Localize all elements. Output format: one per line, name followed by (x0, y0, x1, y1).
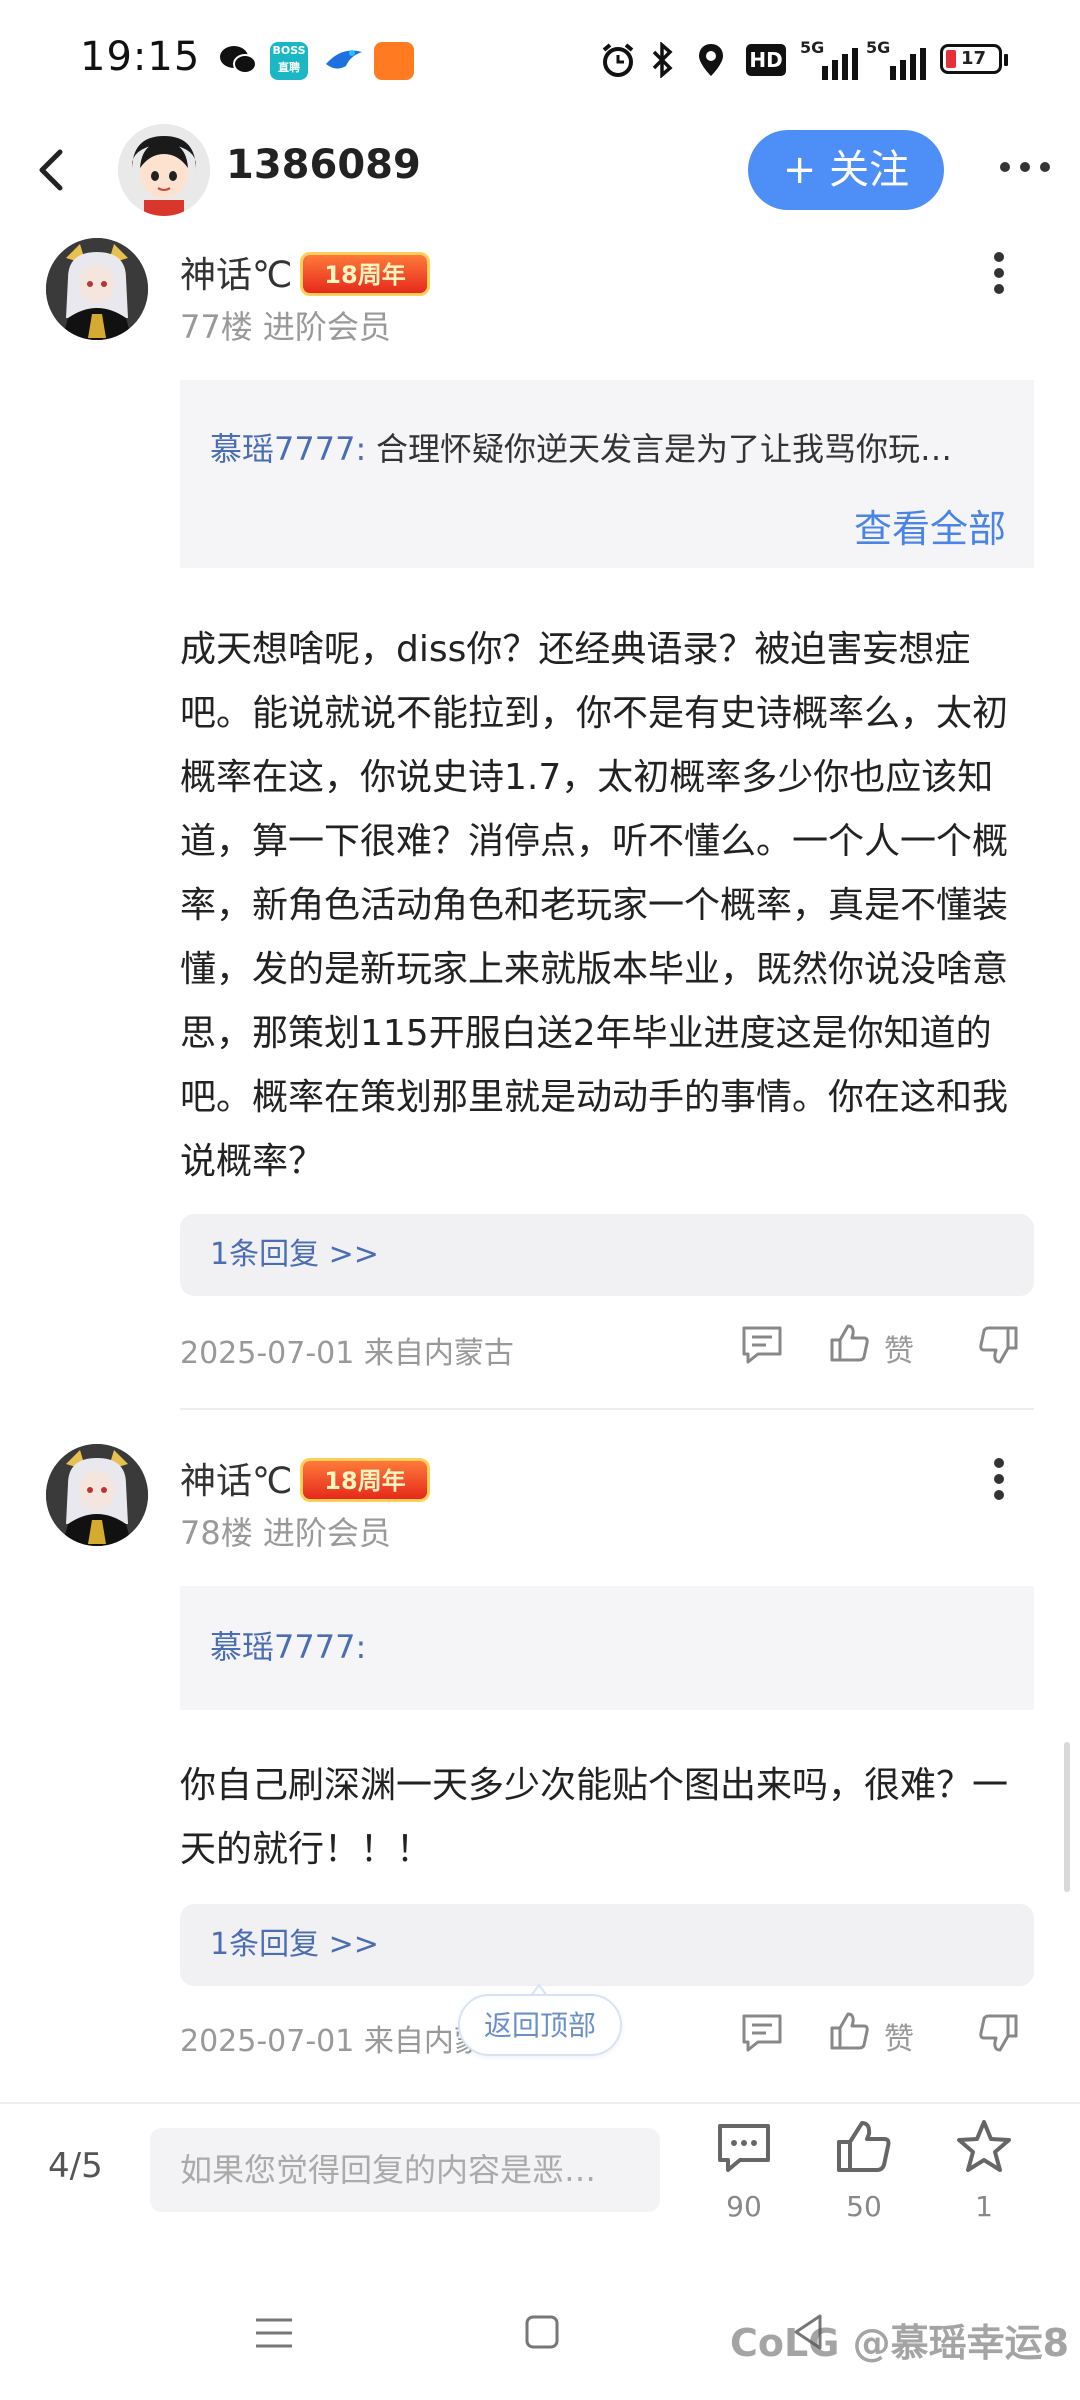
like-label[interactable]: 赞 (884, 1326, 914, 1370)
comment-count-icon[interactable] (714, 2120, 774, 2176)
status-bar: 19:15 BOSS 直聘 HD 5G 5G 17 (0, 0, 1080, 120)
star-favorite-icon[interactable] (954, 2118, 1014, 2176)
post-meta: 2025-07-01 来自内蒙古 (180, 1336, 514, 1371)
thumbs-up-icon[interactable] (828, 1322, 872, 1364)
quoted-reply[interactable]: 慕瑶7777: (180, 1586, 1034, 1710)
comment-count: 90 (726, 2190, 762, 2223)
cartoon-avatar-icon (118, 124, 210, 216)
post-body: 成天想啥呢，diss你？还经典语录？被迫害妄想症吧。能说就说不能拉到，你不是有史… (180, 629, 1009, 1182)
quote-author[interactable]: 慕瑶7777: (210, 1622, 366, 1668)
star-count: 1 (975, 2190, 993, 2223)
comment-icon[interactable] (740, 1324, 784, 1366)
reply-input[interactable]: 如果您觉得回复的内容是恶… (150, 2128, 660, 2212)
like-label[interactable]: 赞 (884, 2014, 914, 2058)
post-menu-icon[interactable] (992, 1456, 1006, 1502)
bird-app-icon (326, 50, 362, 69)
quote-author[interactable]: 慕瑶7777: (210, 424, 366, 470)
scrollbar[interactable] (1064, 1742, 1070, 1892)
menu-icon[interactable] (254, 2316, 294, 2350)
anniversary-badge: 18周年 (300, 252, 430, 296)
like-count: 50 (846, 2190, 882, 2223)
view-all-link[interactable]: 查看全部 (854, 498, 1006, 553)
post-username[interactable]: 神话℃ (180, 1452, 292, 1504)
anime-avatar-icon (46, 1444, 148, 1546)
anniversary-badge: 18周年 (300, 1458, 430, 1502)
post-menu-icon[interactable] (992, 250, 1006, 296)
page-indicator[interactable]: 4/5 (48, 2146, 103, 2186)
battery-icon: 17 (940, 44, 1008, 74)
header-avatar[interactable] (118, 124, 210, 216)
back-to-top-button[interactable]: 返回顶部 (458, 1994, 622, 2056)
thumbs-down-icon[interactable] (976, 1324, 1020, 1366)
more-options-icon[interactable] (998, 152, 1052, 182)
comment-icon[interactable] (740, 2012, 784, 2054)
chat-bubble-icon (220, 46, 257, 74)
thumbs-down-icon[interactable] (976, 2012, 1020, 2054)
like-count-icon[interactable] (834, 2118, 894, 2176)
floor-info: 77楼 进阶会员 (180, 308, 391, 346)
quoted-reply[interactable]: 慕瑶7777: 合理怀疑你逆天发言是为了让我骂你玩… 查看全部 (180, 380, 1034, 568)
post-77: 神话℃ 18周年 77楼 进阶会员 慕瑶7777: 合理怀疑你逆天发言是为了让我… (0, 230, 1080, 1410)
replies-link[interactable]: 1条回复 >> (180, 1214, 1034, 1296)
signal-5g-icon: 5G (800, 38, 858, 80)
home-square-icon[interactable] (524, 2314, 560, 2350)
alarm-icon (602, 43, 634, 77)
floor-info: 78楼 进阶会员 (180, 1514, 391, 1552)
header-username[interactable]: 1386089 (226, 142, 421, 188)
quote-text: 合理怀疑你逆天发言是为了让我骂你玩… (376, 430, 953, 468)
user-avatar[interactable] (46, 1444, 148, 1546)
hd-icon: HD (746, 44, 786, 76)
user-avatar[interactable] (46, 238, 148, 340)
orange-app-icon (374, 42, 414, 80)
battery-level: 17 (961, 48, 987, 69)
post-divider (180, 1408, 1034, 1410)
post-body: 你自己刷深渊一天多少次能贴个图出来吗，很难？一天的就行！！！ (180, 1765, 1009, 1870)
thumbs-up-icon[interactable] (828, 2010, 872, 2052)
boss-app-icon: BOSS 直聘 (270, 42, 308, 80)
anime-avatar-icon (46, 238, 148, 340)
status-time: 19:15 (80, 34, 201, 80)
signal-5g-icon: 5G (866, 38, 926, 80)
follow-button[interactable]: + 关注 (748, 130, 944, 210)
watermark: CoLG @慕瑶幸运8 (730, 2321, 1070, 2365)
post-meta: 2025-07-01 来自内蒙 (180, 2024, 484, 2059)
post-username[interactable]: 神话℃ (180, 246, 292, 298)
location-icon (699, 44, 723, 76)
replies-link[interactable]: 1条回复 >> (180, 1904, 1034, 1986)
back-arrow-icon[interactable] (30, 140, 70, 200)
bluetooth-icon (652, 42, 673, 78)
